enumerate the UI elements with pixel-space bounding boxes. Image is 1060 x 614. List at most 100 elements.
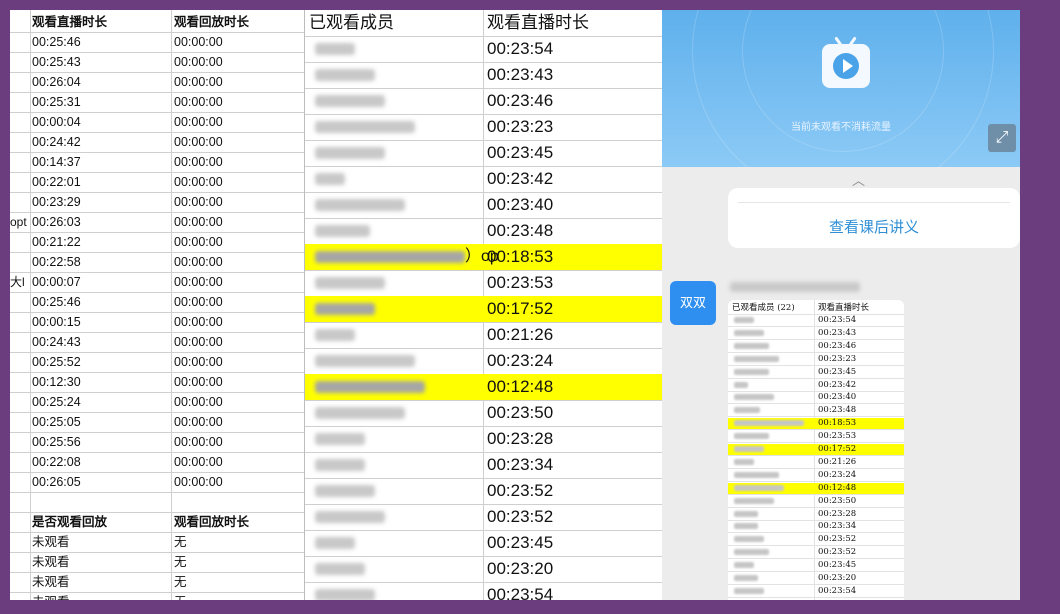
table-cell[interactable] [10,192,30,212]
table-cell[interactable] [10,52,30,72]
table-row[interactable]: 00:23:52 [305,478,663,505]
table-cell[interactable]: 00:25:24 [32,392,170,412]
table-cell[interactable] [10,512,30,532]
table-row[interactable]: 00:23:54 [305,36,663,63]
table-cell[interactable]: 00:23:29 [32,192,170,212]
table-cell[interactable]: 00:12:30 [32,372,170,392]
table-cell[interactable]: 00:22:58 [32,252,170,272]
table-cell[interactable] [10,532,30,552]
table-row[interactable]: 00:23:45 [305,530,663,557]
table-cell[interactable]: 00:00:00 [174,352,302,372]
table-cell[interactable]: 00:00:00 [174,152,302,172]
table-row[interactable]: 00:23:20 [305,556,663,583]
avatar[interactable]: 双双 [670,281,716,325]
table-cell[interactable]: 00:00:00 [174,252,302,272]
table-row-highlighted[interactable]: 00:12:48 [305,374,663,401]
table-cell[interactable] [32,492,170,512]
table-cell[interactable] [10,372,30,392]
table-cell[interactable]: 00:00:00 [174,332,302,352]
table-cell[interactable]: 00:21:22 [32,232,170,252]
table-cell[interactable]: 00:00:00 [174,392,302,412]
table-cell[interactable] [10,32,30,52]
table-cell[interactable]: 00:25:43 [32,52,170,72]
table-cell[interactable] [10,332,30,352]
table-cell[interactable]: 00:26:03 [32,212,170,232]
table-cell[interactable]: 00:26:04 [32,72,170,92]
table-cell[interactable]: opt [10,212,30,232]
table-cell[interactable] [10,592,30,600]
table-cell[interactable]: 00:00:00 [174,372,302,392]
table-cell[interactable]: 无 [174,532,302,552]
table-cell[interactable]: 无 [174,572,302,592]
table-cell[interactable] [10,352,30,372]
table-cell[interactable]: 00:14:37 [32,152,170,172]
table-cell[interactable]: 00:22:08 [32,452,170,472]
table-cell[interactable]: 00:00:00 [174,292,302,312]
table-cell[interactable] [10,232,30,252]
table-cell[interactable]: 00:22:01 [32,172,170,192]
table-cell[interactable] [10,572,30,592]
table-cell[interactable]: 未观看 [32,592,170,600]
table-cell[interactable]: 00:00:00 [174,52,302,72]
table-cell[interactable]: 00:25:52 [32,352,170,372]
chevron-up-icon[interactable]: ︿ [852,170,865,189]
table-cell[interactable]: 00:00:00 [174,72,302,92]
table-cell[interactable] [10,492,30,512]
table-cell[interactable] [10,12,30,32]
table-row[interactable]: 00:23:40 [305,192,663,219]
table-cell[interactable]: 00:24:42 [32,132,170,152]
table-cell[interactable] [10,452,30,472]
table-row[interactable]: 00:23:28 [305,426,663,453]
table-cell[interactable] [10,112,30,132]
table-cell[interactable]: 00:00:00 [174,212,302,232]
table-cell[interactable]: 未观看 [32,552,170,572]
table-cell[interactable]: 观看回放时长 [174,512,302,532]
table-row[interactable]: 00:23:42 [305,166,663,193]
table-cell[interactable] [10,172,30,192]
table-row[interactable]: 00:23:48 [305,218,663,245]
video-player[interactable]: 当前未观看不消耗流量 [662,10,1020,167]
table-row[interactable]: 00:23:46 [305,88,663,115]
table-cell[interactable]: 00:25:46 [32,32,170,52]
table-cell[interactable] [10,392,30,412]
table-row[interactable]: 00:23:54 [305,582,663,600]
table-cell[interactable]: 00:00:00 [174,232,302,252]
table-cell[interactable]: 无 [174,592,302,600]
table-cell[interactable]: 00:25:56 [32,432,170,452]
table-row-highlighted[interactable]: 00:17:52 [305,296,663,323]
table-row[interactable]: 00:23:23 [305,114,663,141]
table-cell[interactable]: 00:25:05 [32,412,170,432]
table-cell[interactable]: 00:00:00 [174,112,302,132]
table-cell[interactable]: 00:00:00 [174,412,302,432]
table-cell[interactable]: 00:00:00 [174,92,302,112]
table-cell[interactable]: 00:00:07 [32,272,170,292]
table-row[interactable]: 00:23:53 [305,270,663,297]
table-cell[interactable] [10,72,30,92]
table-row[interactable]: 00:23:24 [305,348,663,375]
table-cell[interactable]: 00:00:00 [174,272,302,292]
table-cell[interactable]: 未观看 [32,572,170,592]
table-cell[interactable]: 无 [174,552,302,572]
expand-icon[interactable]: ⤢ [988,124,1016,152]
table-cell[interactable] [10,132,30,152]
table-cell[interactable]: 大l [10,272,30,292]
table-cell[interactable]: 未观看 [32,532,170,552]
table-cell[interactable]: 00:25:46 [32,292,170,312]
table-cell[interactable] [10,552,30,572]
table-cell[interactable] [10,472,30,492]
table-cell[interactable] [174,492,302,512]
table-cell[interactable]: 观看直播时长 [32,12,170,32]
table-cell[interactable]: 00:00:00 [174,172,302,192]
table-cell[interactable]: 00:00:04 [32,112,170,132]
table-cell[interactable] [10,252,30,272]
table-row[interactable]: 00:23:45 [305,140,663,167]
chat-image-bubble[interactable]: 已观看成员 (22) 观看直播时长 00:23:54 00:23:43 00:23:46… [728,300,904,600]
table-cell[interactable]: 00:00:00 [174,312,302,332]
table-cell[interactable] [10,312,30,332]
table-cell[interactable] [10,292,30,312]
table-row[interactable]: 00:23:34 [305,452,663,479]
table-cell[interactable]: 00:00:00 [174,32,302,52]
table-cell[interactable]: 00:00:00 [174,472,302,492]
table-cell[interactable]: 00:00:15 [32,312,170,332]
table-row[interactable]: 00:23:43 [305,62,663,89]
